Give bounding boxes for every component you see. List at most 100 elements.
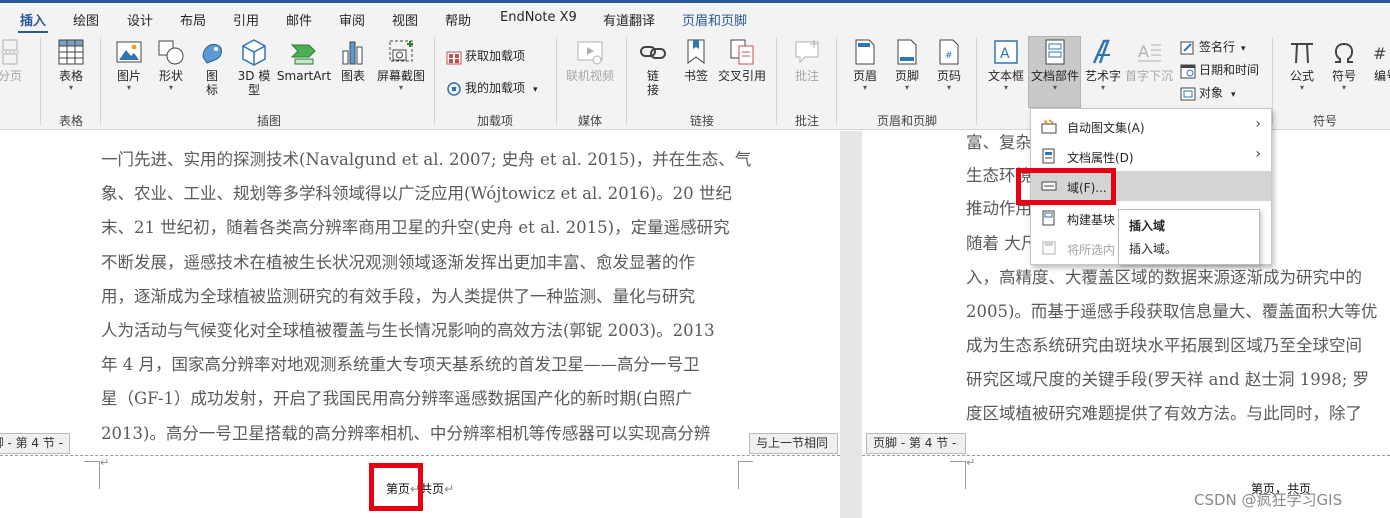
group-separator: [40, 37, 41, 125]
document-property-icon: [1042, 148, 1055, 164]
object-button[interactable]: 对象 ▾: [1180, 82, 1236, 104]
store-icon: [446, 51, 462, 64]
online-video-button[interactable]: 联机视频: [562, 37, 618, 83]
header-button[interactable]: 页眉 ▾: [846, 37, 884, 92]
screenshot-button[interactable]: 屏幕截图 ▾: [374, 37, 428, 92]
annotation-highlight-box: [369, 463, 423, 511]
icons-button[interactable]: 图 标: [196, 37, 228, 97]
get-addins-button[interactable]: 获取加载项: [446, 45, 525, 67]
textbox-icon: A: [994, 40, 1018, 64]
footer-boundary-line: [862, 455, 1390, 456]
group-separator: [976, 37, 977, 125]
svg-text:#: #: [1373, 44, 1386, 63]
numbering-button[interactable]: # 编号: [1366, 37, 1390, 83]
quick-parts-button[interactable]: 文档部件 ▾: [1030, 37, 1080, 92]
tab-youdao[interactable]: 有道翻译: [603, 10, 655, 29]
symbol-button[interactable]: 符号 ▾: [1324, 37, 1364, 92]
footer-button[interactable]: 页脚 ▾: [888, 37, 926, 92]
tab-insert[interactable]: 插入: [20, 10, 46, 29]
screenshot-label: 屏幕截图: [376, 69, 425, 83]
cross-reference-label: 交叉引用: [717, 69, 766, 83]
cross-reference-button[interactable]: 交叉引用: [716, 37, 768, 83]
document-page-left[interactable]: 一门先进、实用的探测技术(Navalgund et al. 2007; 史舟 e…: [0, 131, 840, 518]
chevron-down-icon: ▾: [398, 83, 403, 92]
tab-endnote[interactable]: EndNote X9: [500, 10, 577, 25]
dropcap-button[interactable]: A 首字下沉: [1124, 37, 1174, 83]
signature-icon: [1180, 41, 1194, 54]
object-label: 对象: [1199, 86, 1224, 100]
footer-section-tag-right: 页脚 - 第 4 节 -: [866, 433, 966, 454]
bookmark-icon: [687, 39, 705, 64]
smartart-button[interactable]: SmartArt: [276, 37, 332, 83]
body-text-line: 度区域植被研究难题提供了有效方法。与此同时，除了: [966, 404, 1362, 423]
paragraph-mark: ↵: [100, 456, 110, 469]
group-separator: [556, 37, 557, 125]
table-button[interactable]: 表格 ▾: [50, 37, 92, 92]
menu-item-autotext[interactable]: 自动图文集(A) ›: [1031, 111, 1271, 141]
paragraph-mark: ↵: [444, 482, 455, 496]
group-separator: [626, 37, 627, 125]
link-button[interactable]: 链 接: [636, 37, 670, 97]
group-separator: [836, 37, 837, 125]
page-break-button[interactable]: 分页: [0, 37, 28, 83]
chevron-down-icon: ▾: [862, 83, 867, 92]
date-time-button[interactable]: 日期和时间: [1180, 59, 1259, 81]
tab-header-footer[interactable]: 页眉和页脚: [682, 10, 747, 29]
body-text-line: 入，高精度、大覆盖区域的数据来源逐渐成为研究中的: [966, 268, 1362, 287]
addin-icon: [447, 81, 461, 96]
tab-review[interactable]: 审阅: [339, 10, 365, 29]
page-break-icon: [1, 39, 19, 65]
page-number-button[interactable]: # 页码 ▾: [930, 37, 968, 92]
table-icon: [58, 39, 84, 65]
signature-line-button[interactable]: 签名行 ▾: [1180, 36, 1246, 58]
group-label-media: 媒体: [577, 114, 602, 128]
margin-crop-mark: [950, 461, 965, 462]
chevron-down-icon: ▾: [533, 85, 538, 95]
chevron-down-icon: ▾: [1241, 44, 1246, 54]
smartart-icon: [290, 44, 316, 65]
video-icon: [577, 41, 603, 65]
menu-item-document-property[interactable]: 文档属性(D) ›: [1031, 141, 1271, 171]
menu-item-label: 构建基块: [1067, 213, 1116, 227]
tab-references[interactable]: 引用: [233, 10, 259, 29]
annotation-highlight-box: [1016, 168, 1116, 205]
3d-models-button[interactable]: 3D 模 型: [234, 37, 274, 97]
menu-item-label: 将所选内: [1067, 243, 1116, 257]
shapes-button[interactable]: 形状 ▾: [152, 37, 190, 92]
cube-icon: [242, 39, 266, 66]
numbering-icon: #: [1373, 44, 1386, 63]
group-label-addins: 加载项: [476, 114, 513, 128]
icons-label-2: 标: [205, 83, 218, 97]
pictures-button[interactable]: 图片 ▾: [110, 37, 148, 92]
wordart-label: 艺术字: [1084, 69, 1121, 83]
wordart-button[interactable]: 艺术字 ▾: [1083, 37, 1123, 92]
tab-layout[interactable]: 布局: [180, 10, 206, 29]
numbering-label: 编号: [1373, 69, 1390, 83]
page-break-label: 分页: [0, 69, 22, 83]
group-label-comments: 批注: [794, 114, 819, 128]
header-icon: [855, 39, 875, 65]
comment-button[interactable]: 批注: [786, 37, 828, 83]
icons-icon: [202, 44, 222, 64]
tab-help[interactable]: 帮助: [445, 10, 471, 29]
watermark-text: CSDN @疯狂学习GIS: [1194, 491, 1343, 509]
footer-label: 页脚: [894, 69, 919, 83]
tab-design[interactable]: 设计: [127, 10, 153, 29]
same-as-previous-tag: 与上一节相同: [749, 433, 838, 454]
body-text-line: 2005)。而基于遥感手段获取信息量大、覆盖面积大等优: [966, 302, 1378, 321]
tab-view[interactable]: 视图: [392, 10, 418, 29]
textbox-button[interactable]: A 文本框 ▾: [986, 37, 1026, 92]
equation-button[interactable]: 公式 ▾: [1282, 37, 1322, 92]
bookmark-button[interactable]: 书签: [678, 37, 714, 83]
ribbon-tab-bar: 插入 绘图 设计 布局 引用 邮件 审阅 视图 帮助 EndNote X9 有道…: [0, 3, 1390, 33]
my-addins-button[interactable]: 我的加载项 ▾: [446, 77, 538, 99]
chart-button[interactable]: 图表: [336, 37, 370, 83]
body-text-line: 末、21 世纪初，随着各类高分辨率商用卫星的升空(史舟 et al. 2015)…: [101, 218, 730, 237]
chevron-down-icon: ▾: [1341, 83, 1346, 92]
wordart-icon: [1092, 39, 1110, 64]
tab-mailings[interactable]: 邮件: [286, 10, 312, 29]
svg-text:A: A: [1000, 46, 1010, 62]
body-text-line: 不断发展，遥感技术在植被生长状况观测领域逐渐发挥出更加丰富、愈发显著的作: [101, 253, 695, 272]
tab-draw[interactable]: 绘图: [73, 10, 99, 29]
chevron-down-icon: ▾: [1100, 83, 1105, 92]
